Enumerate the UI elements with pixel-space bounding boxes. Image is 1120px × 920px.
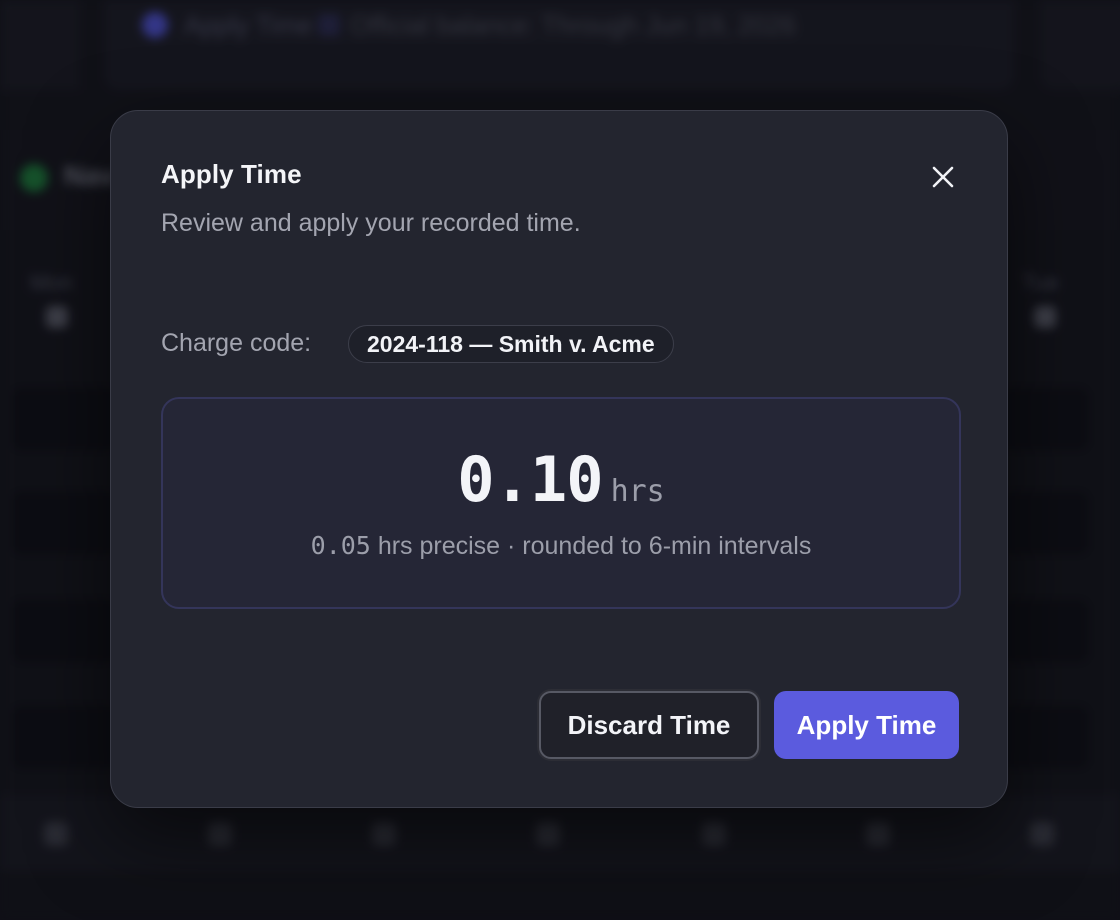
precise-time-value: 0.05 xyxy=(310,531,371,560)
dialog-subtitle: Review and apply your recorded time. xyxy=(161,209,581,237)
rounded-time-value: 0.10 xyxy=(457,443,603,516)
apply-time-button[interactable]: Apply Time xyxy=(774,691,959,759)
dialog-title: Apply Time xyxy=(161,159,302,189)
precise-time-note: 0.05 hrs precise · rounded to 6-min inte… xyxy=(163,531,959,561)
precise-time-description: hrs precise · rounded to 6-min intervals xyxy=(377,532,812,560)
rounded-time-display: 0.10 hrs xyxy=(163,443,959,516)
charge-code-label: Charge code: xyxy=(161,329,312,357)
discard-time-button[interactable]: Discard Time xyxy=(539,691,759,759)
close-button[interactable] xyxy=(923,157,963,197)
charge-code-badge: 2024-118 — Smith v. Acme xyxy=(348,325,674,363)
recorded-time-panel: 0.10 hrs 0.05 hrs precise · rounded to 6… xyxy=(161,397,961,609)
close-icon xyxy=(932,166,954,188)
apply-time-dialog: Apply Time Review and apply your recorde… xyxy=(110,110,1008,808)
rounded-time-unit: hrs xyxy=(610,474,665,509)
